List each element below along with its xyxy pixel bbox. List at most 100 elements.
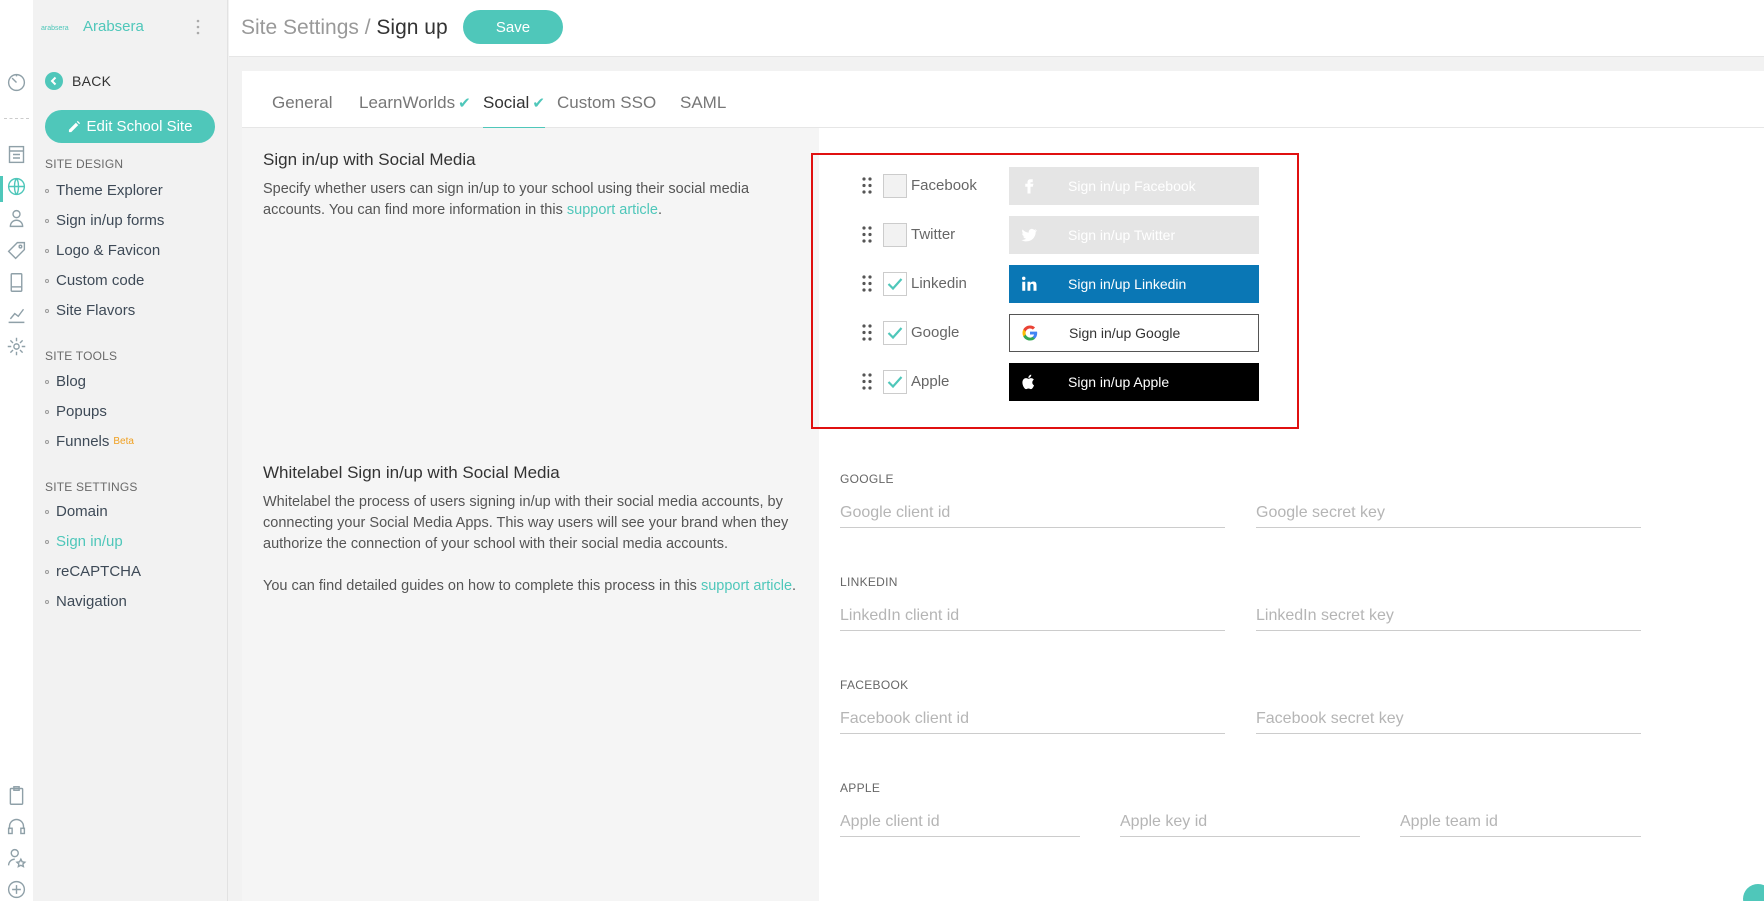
gear-icon[interactable] — [6, 336, 27, 357]
facebook-signin-button[interactable]: Sign in/up Facebook — [1009, 167, 1259, 205]
google-secret-key-input[interactable] — [1256, 498, 1641, 528]
sidebar: arabsera Arabsera BACK Edit School Site … — [33, 0, 228, 901]
section-heading-site-tools: SITE TOOLS — [45, 349, 118, 363]
provider-row-apple: Apple Sign in/up Apple — [813, 363, 1301, 401]
mobile-icon[interactable] — [6, 272, 27, 293]
linkedin-icon — [1009, 275, 1049, 293]
breadcrumb-current: Sign up — [376, 16, 448, 39]
add-circle-icon[interactable] — [6, 879, 27, 900]
twitter-signin-button[interactable]: Sign in/up Twitter — [1009, 216, 1259, 254]
tab-saml[interactable]: SAML — [680, 93, 726, 113]
sidebar-item-funnels[interactable]: Funnels Beta — [45, 433, 134, 450]
drag-handle-icon[interactable] — [862, 177, 872, 194]
provider-row-twitter: Twitter Sign in/up Twitter — [813, 216, 1301, 254]
group-heading-facebook: FACEBOOK — [840, 678, 909, 692]
google-checkbox[interactable] — [883, 321, 907, 345]
breadcrumb-parent[interactable]: Site Settings / — [241, 16, 371, 39]
back-label: BACK — [72, 73, 112, 89]
description-pane: Sign in/up with Social Media Specify whe… — [242, 128, 819, 901]
facebook-secret-key-input[interactable] — [1256, 704, 1641, 734]
group-heading-linkedin: LINKEDIN — [840, 575, 898, 589]
provider-label: Linkedin — [911, 275, 967, 292]
speedometer-icon[interactable] — [6, 72, 27, 93]
facebook-icon — [1009, 177, 1049, 195]
sidebar-item-theme-explorer[interactable]: Theme Explorer — [45, 182, 163, 199]
apple-client-id-input[interactable] — [840, 807, 1080, 837]
user-star-icon[interactable] — [6, 847, 27, 868]
svg-text:arabsera: arabsera — [41, 25, 69, 32]
sidebar-item-logo-favicon[interactable]: Logo & Favicon — [45, 242, 160, 259]
more-vertical-icon[interactable] — [195, 17, 201, 37]
brand-name: Arabsera — [83, 18, 144, 35]
rail-active-marker — [0, 176, 3, 202]
facebook-checkbox[interactable] — [883, 174, 907, 198]
sidebar-item-sign-in-up-forms[interactable]: Sign in/up forms — [45, 212, 164, 229]
linkedin-secret-key-input[interactable] — [1256, 601, 1641, 631]
check-icon: ✔ — [458, 95, 471, 112]
drag-handle-icon[interactable] — [862, 324, 872, 341]
apple-checkbox[interactable] — [883, 370, 907, 394]
apple-signin-button[interactable]: Sign in/up Apple — [1009, 363, 1259, 401]
sidebar-item-recaptcha[interactable]: reCAPTCHA — [45, 563, 141, 580]
social-providers-highlight: Facebook Sign in/up Facebook Twitter Sig… — [811, 153, 1299, 429]
analytics-icon[interactable] — [6, 304, 27, 325]
whitelabel-section-title: Whitelabel Sign in/up with Social Media — [263, 463, 560, 482]
linkedin-signin-button[interactable]: Sign in/up Linkedin — [1009, 265, 1259, 303]
sidebar-item-custom-code[interactable]: Custom code — [45, 272, 144, 289]
provider-row-linkedin: Linkedin Sign in/up Linkedin — [813, 265, 1301, 303]
pages-icon[interactable] — [6, 144, 27, 165]
headset-icon[interactable] — [6, 816, 27, 837]
linkedin-checkbox[interactable] — [883, 272, 907, 296]
support-article-link[interactable]: support article — [701, 578, 792, 594]
section-heading-site-design: SITE DESIGN — [45, 157, 124, 171]
provider-label: Facebook — [911, 177, 977, 194]
sidebar-item-popups[interactable]: Popups — [45, 403, 107, 420]
checkmark-icon — [887, 376, 903, 389]
sidebar-item-site-flavors[interactable]: Site Flavors — [45, 302, 135, 319]
apple-team-id-input[interactable] — [1400, 807, 1641, 837]
rail-divider — [4, 118, 29, 119]
chevron-left-icon — [45, 72, 63, 90]
back-button[interactable]: BACK — [45, 72, 111, 90]
drag-handle-icon[interactable] — [862, 226, 872, 243]
globe-icon[interactable] — [6, 176, 27, 197]
group-heading-google: GOOGLE — [840, 472, 894, 486]
sidebar-item-domain[interactable]: Domain — [45, 503, 108, 520]
checkmark-icon — [887, 278, 903, 291]
brand[interactable]: arabsera Arabsera — [41, 18, 144, 35]
tab-bar: General LearnWorlds ✔ Social ✔ Custom SSO … — [242, 71, 1764, 130]
support-article-link[interactable]: support article — [567, 202, 658, 218]
tab-custom-sso[interactable]: Custom SSO — [557, 93, 656, 113]
linkedin-client-id-input[interactable] — [840, 601, 1225, 631]
twitter-icon — [1009, 226, 1049, 244]
section-heading-site-settings: SITE SETTINGS — [45, 480, 138, 494]
sidebar-item-navigation[interactable]: Navigation — [45, 593, 127, 610]
clipboard-icon[interactable] — [6, 785, 27, 806]
google-signin-button[interactable]: Sign in/up Google — [1009, 314, 1259, 352]
sidebar-item-blog[interactable]: Blog — [45, 373, 86, 390]
twitter-checkbox[interactable] — [883, 223, 907, 247]
tab-general[interactable]: General — [272, 93, 332, 113]
brand-logo: arabsera — [41, 25, 69, 32]
sidebar-item-sign-in-up[interactable]: Sign in/up — [45, 533, 123, 550]
check-icon: ✔ — [532, 95, 545, 112]
facebook-client-id-input[interactable] — [840, 704, 1225, 734]
tab-learnworlds[interactable]: LearnWorlds ✔ — [359, 93, 471, 113]
save-button[interactable]: Save — [463, 10, 563, 44]
drag-handle-icon[interactable] — [862, 275, 872, 292]
tag-icon[interactable] — [6, 240, 27, 261]
tab-social[interactable]: Social ✔ — [483, 93, 545, 130]
users-icon[interactable] — [6, 208, 27, 229]
provider-row-google: Google Sign in/up Google — [813, 314, 1301, 352]
google-icon — [1010, 324, 1050, 342]
icon-rail — [0, 0, 33, 901]
header: Site Settings / Sign up Save — [229, 0, 1764, 57]
google-client-id-input[interactable] — [840, 498, 1225, 528]
drag-handle-icon[interactable] — [862, 373, 872, 390]
apple-key-id-input[interactable] — [1120, 807, 1360, 837]
provider-label: Google — [911, 324, 960, 341]
whitelabel-guide-text: You can find detailed guides on how to c… — [263, 578, 797, 594]
pencil-icon — [68, 120, 80, 133]
group-heading-apple: APPLE — [840, 781, 881, 795]
edit-school-site-button[interactable]: Edit School Site — [45, 110, 215, 143]
